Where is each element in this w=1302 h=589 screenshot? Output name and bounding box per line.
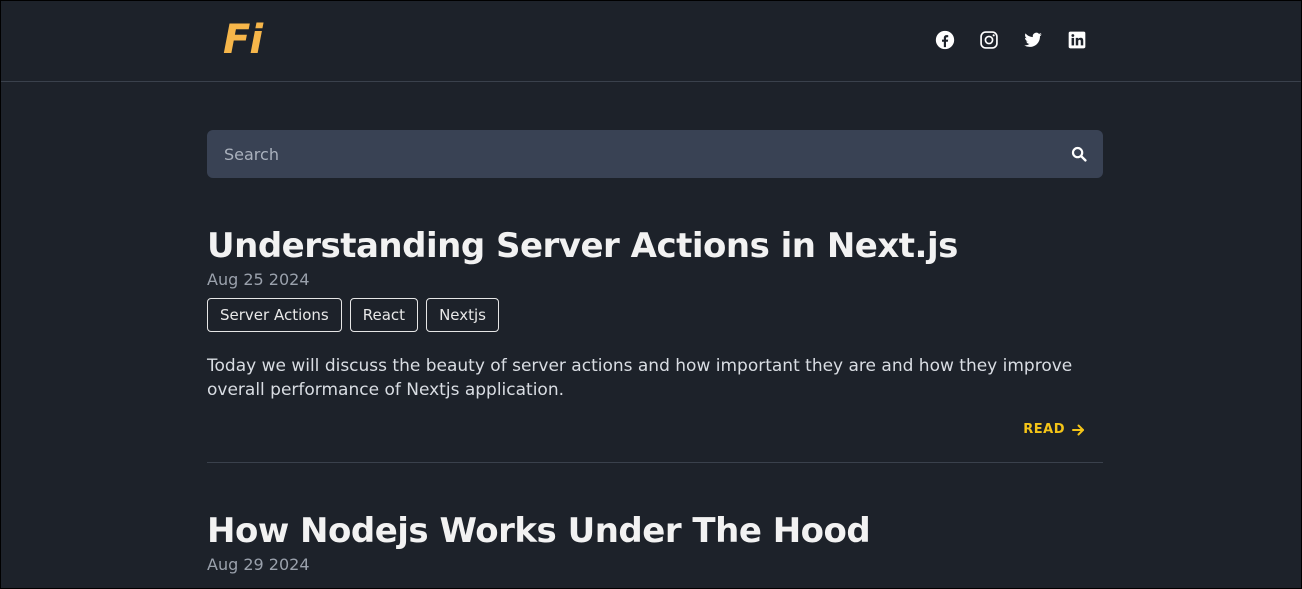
twitter-link[interactable] [1023, 30, 1043, 50]
social-links [935, 30, 1087, 50]
twitter-icon [1024, 32, 1042, 47]
read-label: READ [1023, 422, 1065, 437]
instagram-icon [980, 31, 998, 49]
post-card: Understanding Server Actions in Next.js … [207, 226, 1103, 463]
site-logo[interactable]: Fi [223, 15, 263, 65]
linkedin-icon [1068, 31, 1086, 49]
post-title[interactable]: How Nodejs Works Under The Hood [207, 511, 1103, 551]
search-bar [207, 130, 1103, 178]
post-date: Aug 25 2024 [207, 270, 310, 289]
post-summary: Today we will discuss the beauty of serv… [207, 356, 1073, 400]
post-title[interactable]: Understanding Server Actions in Next.js [207, 226, 1103, 266]
post-card: How Nodejs Works Under The Hood Aug 29 2… [207, 511, 1103, 575]
arrow-right-icon [1072, 424, 1084, 435]
site-header: Fi [1, 1, 1301, 82]
post-divider [207, 462, 1103, 463]
tag-server-actions[interactable]: Server Actions [207, 298, 342, 332]
read-row: READ [207, 422, 1103, 437]
facebook-link[interactable] [935, 30, 955, 50]
main-content: Understanding Server Actions in Next.js … [207, 130, 1103, 575]
search-input[interactable] [207, 130, 1103, 178]
search-button[interactable] [1071, 146, 1087, 162]
tag-nextjs[interactable]: Nextjs [426, 298, 499, 332]
instagram-link[interactable] [979, 30, 999, 50]
tag-react[interactable]: React [349, 298, 419, 332]
post-date: Aug 29 2024 [207, 555, 310, 574]
facebook-icon [935, 30, 955, 50]
post-tags: Server Actions React Nextjs [207, 298, 1103, 332]
search-icon [1071, 146, 1087, 162]
linkedin-link[interactable] [1067, 30, 1087, 50]
page: Fi Search Understanding Server Actions i… [0, 0, 1302, 589]
read-more-link[interactable]: READ [1023, 422, 1085, 437]
